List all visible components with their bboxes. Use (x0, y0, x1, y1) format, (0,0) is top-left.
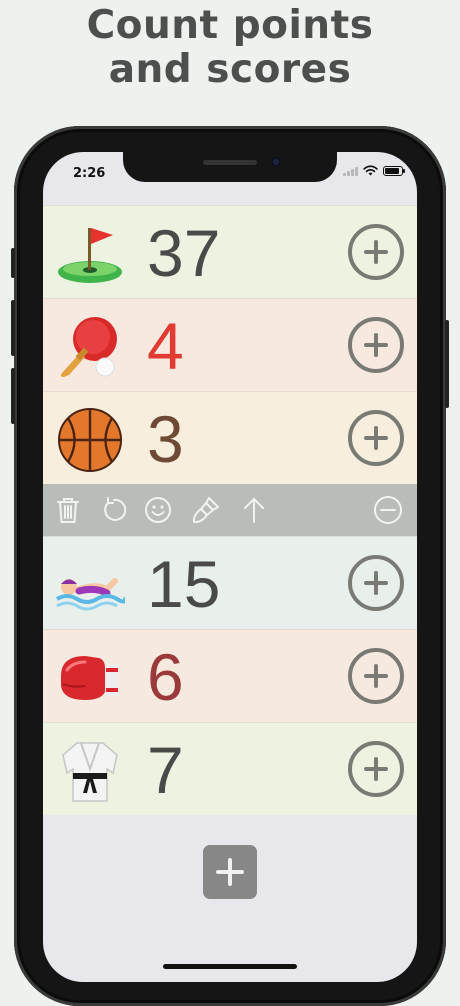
boxing-glove-icon[interactable] (55, 646, 125, 710)
home-indicator[interactable] (163, 964, 297, 969)
increment-button[interactable] (348, 224, 404, 280)
increment-button[interactable] (348, 648, 404, 704)
phone-power-button (445, 320, 449, 408)
counter-score[interactable]: 15 (147, 541, 220, 627)
counter-row[interactable]: 3 (43, 391, 417, 484)
cellular-signal-icon (343, 166, 358, 176)
counter-score[interactable]: 6 (147, 634, 184, 720)
increment-button[interactable] (348, 555, 404, 611)
increment-button[interactable] (348, 741, 404, 797)
counter-row[interactable]: 15 (43, 536, 417, 629)
row-action-toolbar (43, 484, 417, 536)
swimmer-icon[interactable] (55, 553, 128, 617)
paint-brush-icon[interactable] (191, 495, 221, 525)
golf-flag-icon[interactable] (55, 222, 125, 286)
increment-button[interactable] (348, 317, 404, 373)
headline-line-2: and scores (108, 47, 352, 92)
counter-list: 37 4 3 15 6 7 (43, 205, 417, 815)
phone-volume-up (11, 300, 15, 356)
minus-circle-icon[interactable] (373, 495, 403, 525)
counter-score[interactable]: 37 (147, 210, 220, 296)
notch (123, 152, 337, 182)
trash-icon[interactable] (53, 495, 83, 525)
headline-line-1: Count points (86, 3, 374, 48)
battery-icon (383, 165, 405, 176)
undo-icon[interactable] (99, 495, 129, 525)
counter-score[interactable]: 7 (147, 727, 184, 813)
counter-row[interactable]: 6 (43, 629, 417, 722)
phone-screen: 2:26 37 4 3 15 6 7 (43, 152, 417, 982)
phone-volume-down (11, 368, 15, 424)
increment-button[interactable] (348, 410, 404, 466)
front-camera (271, 157, 281, 167)
marketing-headline: Count points and scores (0, 4, 460, 92)
move-up-icon[interactable] (239, 495, 269, 525)
ping-pong-icon[interactable] (55, 315, 125, 379)
counter-row[interactable]: 4 (43, 298, 417, 391)
status-time: 2:26 (73, 166, 106, 181)
martial-arts-uniform-icon[interactable] (55, 739, 125, 803)
basketball-icon[interactable] (55, 408, 125, 472)
counter-row[interactable]: 37 (43, 205, 417, 298)
counter-row[interactable]: 7 (43, 722, 417, 815)
counter-score[interactable]: 4 (147, 303, 184, 389)
status-icons (343, 165, 405, 176)
speaker-grille (203, 160, 257, 165)
phone-side-button (11, 248, 15, 278)
smiley-icon[interactable] (143, 495, 173, 525)
counter-score[interactable]: 3 (147, 396, 184, 482)
add-counter-button[interactable] (203, 845, 257, 899)
wifi-icon (363, 165, 378, 176)
